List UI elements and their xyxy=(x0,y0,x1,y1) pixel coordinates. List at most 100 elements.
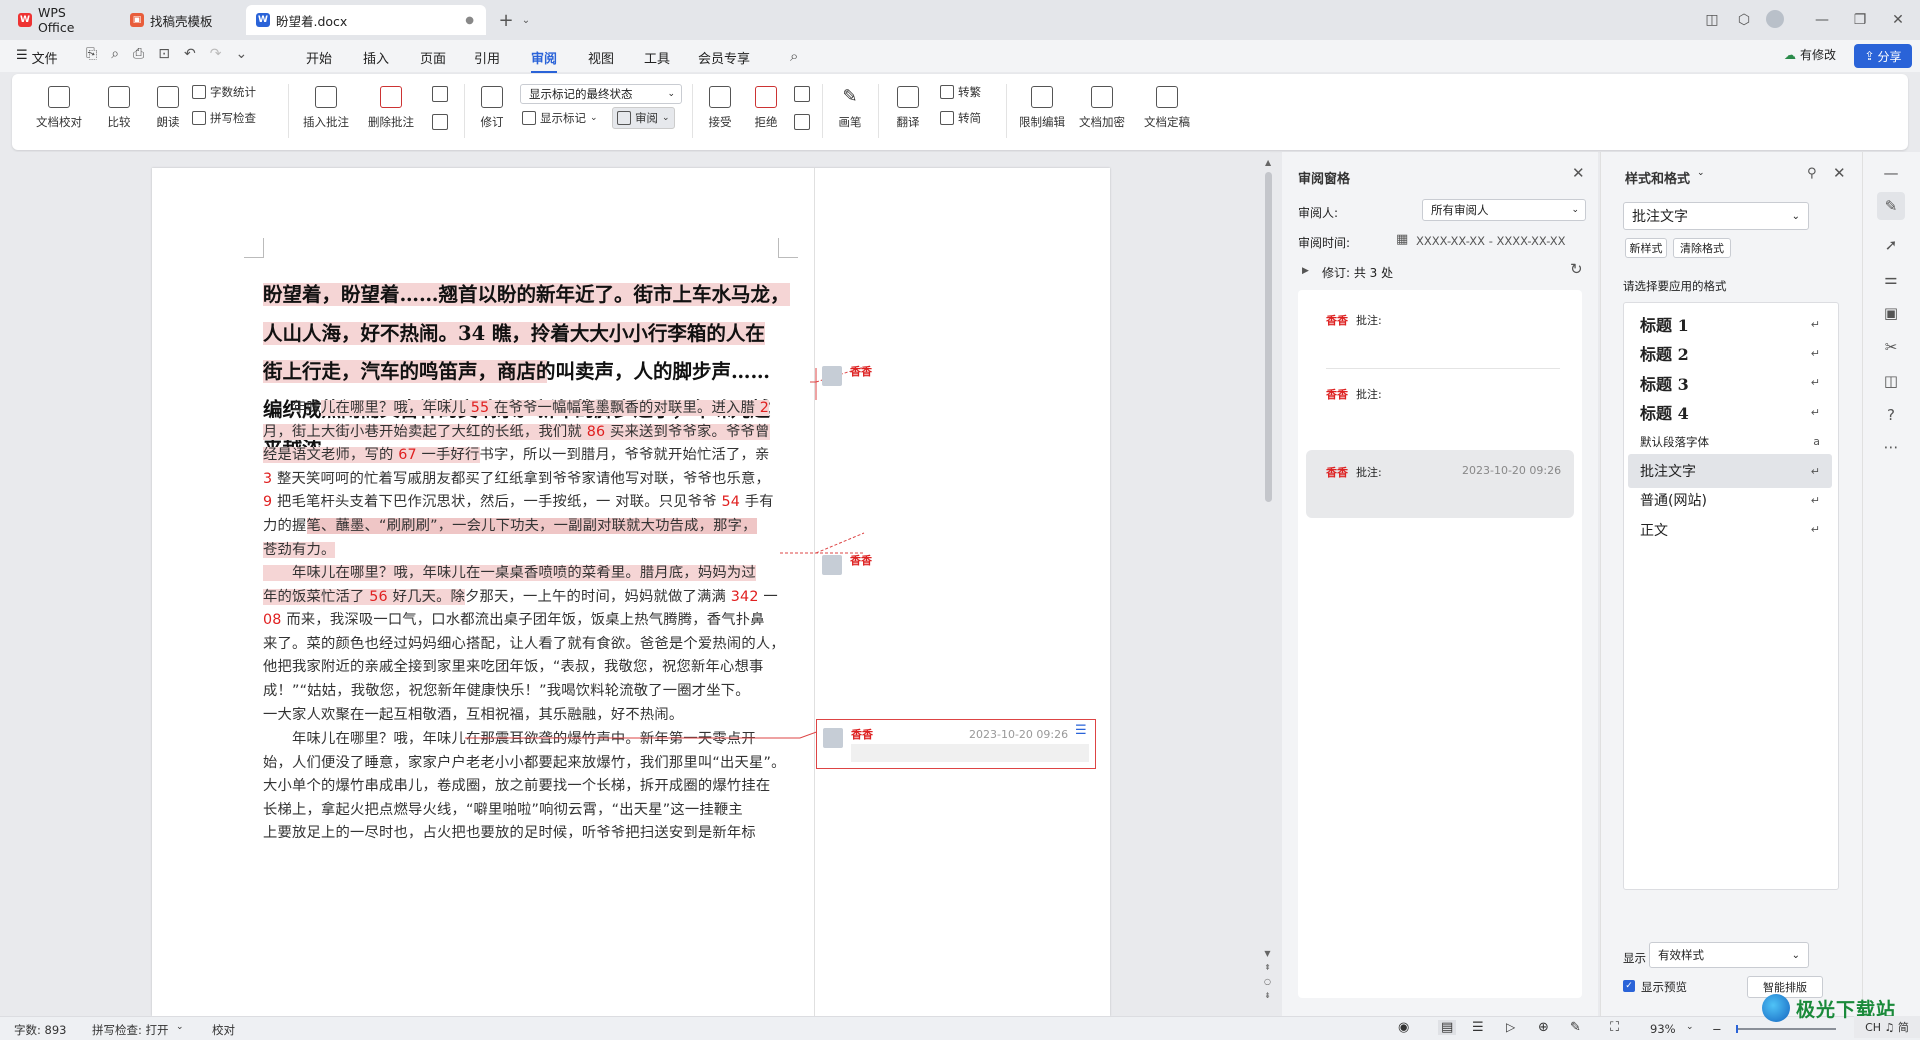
more-icon[interactable]: ⋯ xyxy=(1880,436,1902,458)
current-style-select[interactable]: 批注文字 ⌄ xyxy=(1623,202,1809,230)
doc-check-button[interactable]: 文档校对 xyxy=(28,86,90,130)
new-style-button[interactable]: 新样式 xyxy=(1625,238,1667,258)
close-icon[interactable]: ✕ xyxy=(1572,164,1585,182)
encrypt-button[interactable]: 文档加密 xyxy=(1074,86,1130,130)
next-change-icon[interactable] xyxy=(794,114,810,130)
preview-icon[interactable]: ⊡ xyxy=(158,46,170,62)
insert-comment-button[interactable]: 插入批注 xyxy=(298,86,354,130)
tools-icon[interactable]: ✂ xyxy=(1880,336,1902,358)
pin-icon[interactable]: ⚲ xyxy=(1807,166,1817,181)
to-traditional-button[interactable]: 转繁 xyxy=(940,84,981,100)
review-time-range[interactable]: XXXX-XX-XX - XXXX-XX-XX xyxy=(1416,234,1566,248)
close-icon[interactable]: ✕ xyxy=(1886,8,1910,32)
menu-references[interactable]: 引用 xyxy=(474,48,500,67)
chevron-down-icon[interactable]: ⌄ xyxy=(1686,1022,1694,1032)
redo-icon[interactable]: ↷ xyxy=(210,46,222,62)
menu-tools[interactable]: 工具 xyxy=(644,48,670,67)
menu-home[interactable]: 开始 xyxy=(306,48,332,67)
zoom-slider[interactable] xyxy=(1736,1028,1836,1030)
page-view-icon[interactable]: ▤ xyxy=(1438,1020,1457,1035)
scroll-nav-icons[interactable]: ▼ ⇞ ○ ⇟ xyxy=(1264,947,1271,1003)
comment-menu-icon[interactable]: ☰ xyxy=(1075,723,1087,738)
menu-insert[interactable]: 插入 xyxy=(363,48,389,67)
share-button[interactable]: ⇪ 分享 xyxy=(1854,44,1912,68)
scroll-up-icon[interactable]: ▲ xyxy=(1265,158,1271,167)
cube-icon[interactable]: ⬡ xyxy=(1732,8,1756,32)
word-count-status[interactable]: 字数: 893 xyxy=(14,1022,66,1038)
restrict-edit-button[interactable]: 限制编辑 xyxy=(1014,86,1070,130)
help-icon[interactable]: ? xyxy=(1880,404,1902,426)
undo-icon[interactable]: ↶ xyxy=(184,46,196,62)
outline-view-icon[interactable]: ☰ xyxy=(1472,1020,1484,1035)
zoom-handle[interactable] xyxy=(1736,1025,1738,1033)
save-icon[interactable]: ⎘ xyxy=(86,46,97,62)
show-styles-select[interactable]: 有效样式 ⌄ xyxy=(1649,942,1809,968)
adjust-sliders-icon[interactable]: ⚌ xyxy=(1880,268,1902,290)
attach-icon[interactable]: ⌕ xyxy=(111,46,119,62)
edit-pen-icon[interactable]: ✎ xyxy=(1877,192,1905,220)
document-check-icon[interactable]: ▣ xyxy=(1880,302,1902,324)
menu-page[interactable]: 页面 xyxy=(420,48,446,67)
search-icon[interactable]: ⌕ xyxy=(790,47,798,65)
zoom-level[interactable]: 93% xyxy=(1650,1022,1676,1036)
next-comment-icon[interactable] xyxy=(432,114,448,130)
compare-button[interactable]: 比较 xyxy=(96,86,142,130)
finalize-button[interactable]: 文档定稿 xyxy=(1134,86,1200,130)
chevron-down-icon[interactable]: ⌄ xyxy=(176,1022,184,1032)
prev-change-icon[interactable] xyxy=(794,86,810,102)
play-icon[interactable]: ▷ xyxy=(1506,1020,1515,1034)
translate-button[interactable]: 翻译 xyxy=(886,86,930,130)
calendar-icon[interactable]: ▦ xyxy=(1396,232,1408,247)
restore-icon[interactable]: ❐ xyxy=(1848,8,1872,32)
review-item[interactable]: 香香 批注: xyxy=(1298,290,1582,370)
accept-button[interactable]: 接受 xyxy=(700,86,740,130)
style-item[interactable]: 正文 ↵ xyxy=(1628,513,1832,547)
ime-indicator[interactable]: CH ♫ 简 xyxy=(1854,1016,1920,1038)
clear-format-button[interactable]: 清除格式 xyxy=(1673,238,1731,258)
track-changes-button[interactable]: 修订 xyxy=(472,86,512,130)
expand-caret-icon[interactable]: ▶ xyxy=(1302,266,1309,276)
pen-view-icon[interactable]: ✎ xyxy=(1570,1020,1581,1035)
review-item-selected[interactable]: 香香 批注: 2023-10-20 09:26 xyxy=(1306,450,1574,518)
fit-icon[interactable]: ⛶ xyxy=(1610,1020,1619,1035)
pen-button[interactable]: ✎ 画笔 xyxy=(830,86,870,130)
show-markup-button[interactable]: 显示标记 ⌄ xyxy=(522,110,598,126)
zoom-out-icon[interactable]: − xyxy=(1712,1022,1722,1036)
reviewer-select[interactable]: 所有审阅人 ⌄ xyxy=(1422,199,1586,221)
print-icon[interactable]: ⎙ xyxy=(133,46,144,62)
web-view-icon[interactable]: ⊕ xyxy=(1538,1020,1549,1035)
scroll-thumb[interactable] xyxy=(1265,172,1272,502)
active-comment-box[interactable]: 香香 2023-10-20 09:26 ☰ xyxy=(816,719,1096,769)
prev-comment-icon[interactable] xyxy=(432,86,448,102)
minimize-icon[interactable]: — xyxy=(1810,8,1834,32)
delete-comment-button[interactable]: 删除批注 xyxy=(358,86,424,130)
read-aloud-button[interactable]: 朗读 xyxy=(148,86,188,130)
menu-view[interactable]: 视图 xyxy=(588,48,614,67)
file-menu[interactable]: ☰ 文件 xyxy=(16,48,58,67)
select-pointer-icon[interactable]: ➚ xyxy=(1880,234,1902,256)
review-toggle-button[interactable]: 审阅 ⌄ xyxy=(612,107,675,129)
tab-close-dot-icon[interactable]: ● xyxy=(465,15,474,26)
modified-indicator[interactable]: ☁ 有修改 xyxy=(1784,46,1836,63)
spell-check-status[interactable]: 拼写检查: 打开 xyxy=(92,1022,169,1038)
markup-state-select[interactable]: 显示标记的最终状态 ⌄ xyxy=(520,84,682,104)
eye-icon[interactable]: ◉ xyxy=(1398,1020,1409,1035)
menu-member[interactable]: 会员专享 xyxy=(698,48,750,67)
review-item[interactable]: 香香 批注: xyxy=(1298,370,1582,440)
new-tab-button[interactable]: + xyxy=(494,8,518,32)
tab-template[interactable]: ▣ 找稿壳模板 xyxy=(120,5,240,35)
layout-icon[interactable]: ◫ xyxy=(1700,8,1724,32)
reject-button[interactable]: 拒绝 xyxy=(746,86,786,130)
comment-text-input[interactable] xyxy=(851,744,1089,762)
more-chevron-icon[interactable]: ⌄ xyxy=(235,46,247,62)
spell-check-button[interactable]: 拼写检查 xyxy=(192,110,256,126)
document-scrollbar[interactable]: ▲ ▼ ⇞ ○ ⇟ xyxy=(1262,152,1276,1016)
word-count-button[interactable]: 字数统计 xyxy=(192,84,256,100)
tab-menu-chevron-icon[interactable]: ⌄ xyxy=(518,8,534,32)
preview-checkbox[interactable]: ✓ xyxy=(1623,980,1635,992)
close-icon[interactable]: ✕ xyxy=(1833,164,1846,182)
tab-document[interactable]: W 盼望着.docx ● xyxy=(246,5,486,35)
proofread-status[interactable]: 校对 xyxy=(212,1022,235,1038)
avatar[interactable] xyxy=(1766,10,1784,28)
collapse-icon[interactable]: — xyxy=(1880,162,1902,184)
